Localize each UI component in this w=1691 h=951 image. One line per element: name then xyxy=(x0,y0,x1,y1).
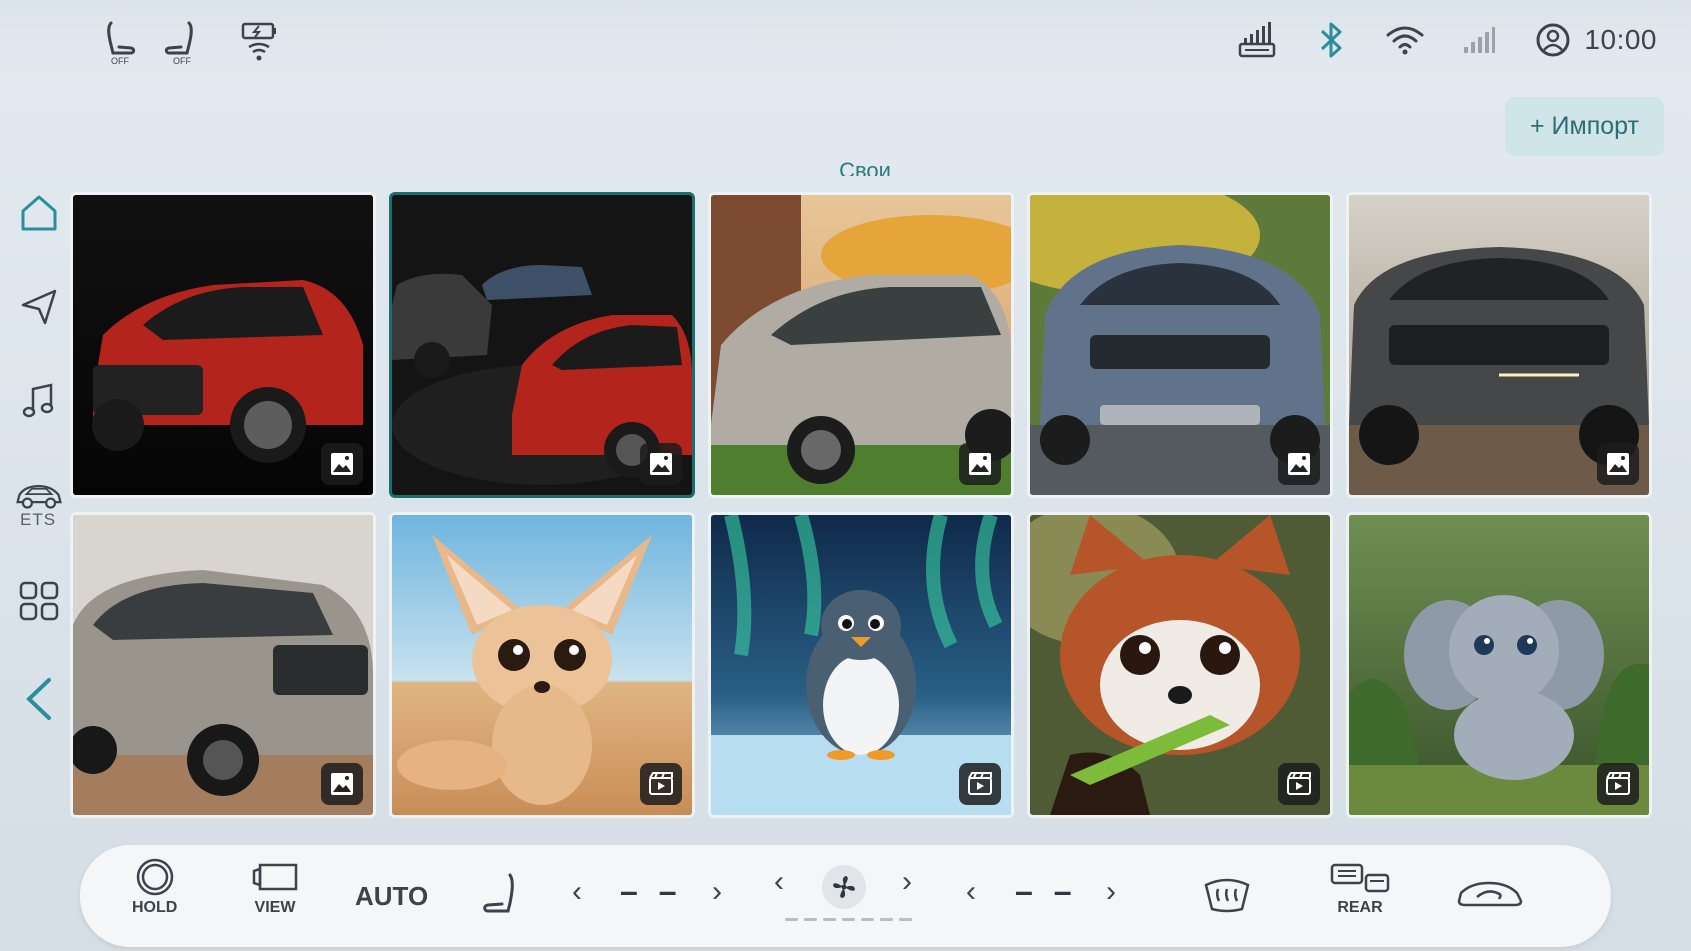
svg-text:OFF: OFF xyxy=(111,56,129,65)
video-type-icon xyxy=(1597,763,1639,805)
right-temp-value: – – xyxy=(1015,873,1078,909)
fan-down-icon[interactable]: ‹ xyxy=(774,865,784,899)
fan-speed-button[interactable] xyxy=(822,865,866,909)
image-type-icon xyxy=(1278,443,1320,485)
auto-button[interactable]: AUTO xyxy=(355,881,428,912)
fan-level-indicator xyxy=(785,918,912,921)
cellular-signal-icon xyxy=(1458,18,1500,62)
front-defrost-icon xyxy=(1204,878,1250,913)
right-temp-up-icon[interactable]: › xyxy=(1106,875,1116,909)
video-type-icon xyxy=(640,763,682,805)
image-type-icon xyxy=(1597,443,1639,485)
view-label: VIEW xyxy=(254,899,296,916)
clock: 10:00 xyxy=(1584,24,1657,55)
gallery-tile[interactable] xyxy=(1346,512,1652,818)
gallery-tile-selected[interactable] xyxy=(389,192,695,498)
image-type-icon xyxy=(959,443,1001,485)
gallery-tile[interactable] xyxy=(389,512,695,818)
fan-icon xyxy=(833,876,855,898)
front-defrost-button[interactable] xyxy=(1202,873,1252,917)
gallery-tile[interactable] xyxy=(1027,512,1333,818)
seat-heat-right-off-icon[interactable]: OFF xyxy=(160,20,202,65)
seat-climate-button[interactable] xyxy=(480,871,524,921)
left-temp-down-icon[interactable]: ‹ xyxy=(572,875,582,909)
wifi-icon[interactable] xyxy=(1384,18,1426,62)
ets-label: ETS xyxy=(20,510,57,529)
signal-tower-icon xyxy=(1236,18,1278,62)
view-button[interactable]: VIEW xyxy=(250,857,300,917)
back-icon[interactable] xyxy=(14,674,64,724)
rear-defrost-button[interactable]: REAR xyxy=(1328,861,1392,917)
rear-label: REAR xyxy=(1337,899,1383,916)
apps-grid-icon[interactable] xyxy=(14,576,64,626)
hold-icon xyxy=(136,858,173,896)
gallery-tile[interactable] xyxy=(708,192,1014,498)
camera-view-icon xyxy=(252,863,298,891)
bluetooth-icon[interactable] xyxy=(1310,18,1352,62)
gallery-tile[interactable] xyxy=(70,192,376,498)
left-temp-up-icon[interactable]: › xyxy=(712,875,722,909)
home-icon[interactable] xyxy=(14,188,64,238)
wallpaper-grid xyxy=(70,192,1652,818)
climate-control-bar: HOLD VIEW AUTO ‹ – – › ‹ › ‹ – – › REAR xyxy=(80,845,1611,947)
air-recirculation-button[interactable] xyxy=(1455,873,1525,913)
image-type-icon xyxy=(640,443,682,485)
fan-up-icon[interactable]: › xyxy=(902,865,912,899)
navigation-icon[interactable] xyxy=(14,282,64,332)
user-avatar-icon[interactable] xyxy=(1532,18,1574,62)
gallery-tile[interactable] xyxy=(708,512,1014,818)
gallery-tile[interactable] xyxy=(70,512,376,818)
seat-heat-left-off-icon[interactable]: OFF xyxy=(100,20,142,65)
status-right-group: 10:00 xyxy=(1236,18,1657,62)
image-type-icon xyxy=(321,763,363,805)
music-icon[interactable] xyxy=(14,376,64,426)
image-type-icon xyxy=(321,443,363,485)
video-type-icon xyxy=(1278,763,1320,805)
right-temp-down-icon[interactable]: ‹ xyxy=(966,875,976,909)
svg-text:OFF: OFF xyxy=(173,56,191,65)
seat-icon xyxy=(483,873,514,913)
rear-defrost-icon xyxy=(1330,863,1390,893)
gallery-tile[interactable] xyxy=(1346,192,1652,498)
car-recirculation-icon xyxy=(1457,881,1523,907)
gallery-tile[interactable] xyxy=(1027,192,1333,498)
import-button[interactable]: + Импорт xyxy=(1505,97,1664,156)
user-time-group: 10:00 xyxy=(1532,18,1657,62)
left-temp-value: – – xyxy=(620,873,683,909)
status-bar: OFF OFF 10:00 xyxy=(0,0,1691,80)
section-title: Свои xyxy=(839,158,891,176)
video-type-icon xyxy=(959,763,1001,805)
hold-label: HOLD xyxy=(132,899,178,916)
status-left-group: OFF OFF xyxy=(100,20,280,65)
wireless-charging-icon[interactable] xyxy=(238,20,280,64)
hold-button[interactable]: HOLD xyxy=(132,857,177,917)
